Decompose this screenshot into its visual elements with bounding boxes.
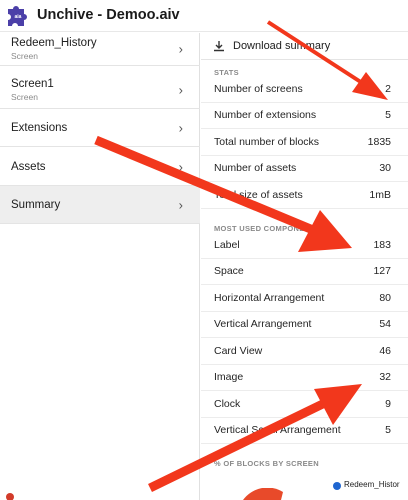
sidebar-item-label: Extensions (11, 122, 68, 134)
stat-value: 1mB (369, 188, 391, 201)
stat-row: Number of assets 30 (201, 156, 408, 182)
component-name: Space (214, 265, 244, 278)
component-name: Image (214, 371, 244, 384)
sidebar-item-label: Summary (11, 198, 61, 211)
component-value: 54 (379, 318, 391, 331)
stat-value: 1835 (367, 135, 391, 148)
component-name: Vertical Arrangement (214, 318, 312, 331)
component-value: 80 (379, 291, 391, 304)
sidebar-item-label: Screen1 (11, 77, 54, 90)
app-title: Unchive - Demoo.aiv (37, 7, 180, 23)
component-row: Label 183 (201, 232, 408, 259)
legend-label: Redeem_Histor (344, 480, 400, 489)
stat-row: Total size of assets 1mB (201, 182, 408, 209)
stat-name: Total number of blocks (214, 135, 320, 148)
chevron-right-icon: › (178, 159, 183, 174)
stat-name: Number of extensions (214, 109, 317, 122)
component-row: Vertical Arrangement 54 (201, 312, 408, 338)
component-value: 9 (385, 397, 391, 410)
component-name: Label (214, 238, 240, 251)
legend-swatch (333, 482, 341, 490)
app-bar: aia Unchive - Demoo.aiv (0, 0, 408, 32)
stat-row: Total number of blocks 1835 (201, 129, 408, 156)
stat-name: Number of screens (214, 82, 303, 95)
chevron-right-icon: › (178, 82, 183, 97)
component-value: 5 (385, 424, 391, 437)
component-row: Clock 9 (201, 391, 408, 418)
component-value: 127 (373, 265, 391, 278)
component-row: Space 127 (201, 259, 408, 285)
stat-value: 30 (379, 162, 391, 175)
component-row: Card View 46 (201, 338, 408, 365)
sidebar-item-extensions[interactable]: Extensions › (0, 110, 200, 147)
chevron-right-icon: › (178, 197, 183, 212)
sidebar-item-label: Assets (11, 160, 46, 173)
sidebar-item-type: Screen (11, 91, 38, 102)
stat-row: Number of screens 2 (201, 76, 408, 103)
stat-value: 2 (385, 82, 391, 95)
summary-panel: Download summary STATS Number of screens… (201, 33, 408, 500)
sidebar-item-screen1[interactable]: Screen1 Screen › (0, 71, 200, 109)
download-summary-label: Download summary (233, 40, 331, 52)
blocks-by-screen-heading: % OF BLOCKS BY SCREEN (214, 459, 319, 468)
component-name: Clock (214, 397, 241, 410)
sidebar-item-redeem-history[interactable]: Redeem_History Screen › (0, 33, 200, 66)
sidebar-item-label: Redeem_History (11, 37, 97, 49)
svg-text:aia: aia (15, 14, 22, 20)
component-value: 46 (379, 344, 391, 357)
component-row: Horizontal Arrangement 80 (201, 285, 408, 312)
component-row: Image 32 (201, 365, 408, 391)
component-row: Vertical Scroll Arrangement 5 (201, 418, 408, 444)
sidebar-item-assets[interactable]: Assets › (0, 148, 200, 186)
stat-name: Number of assets (214, 162, 297, 175)
download-summary-button[interactable]: Download summary (201, 33, 408, 60)
sidebar: Redeem_History Screen › Screen1 Screen ›… (0, 33, 200, 500)
component-value: 32 (379, 371, 391, 384)
chevron-right-icon: › (178, 41, 183, 57)
stat-value: 5 (385, 109, 391, 122)
stat-row: Number of extensions 5 (201, 103, 408, 129)
puzzle-logo-icon: aia (8, 6, 27, 26)
stat-name: Total size of assets (214, 188, 303, 201)
chevron-right-icon: › (178, 120, 183, 136)
component-name: Card View (214, 344, 263, 357)
component-name: Vertical Scroll Arrangement (214, 424, 341, 437)
sidebar-item-type: Screen (11, 51, 38, 61)
sidebar-item-summary[interactable]: Summary › (0, 186, 200, 224)
download-icon (214, 41, 224, 52)
component-value: 183 (373, 238, 391, 251)
component-name: Horizontal Arrangement (214, 291, 325, 304)
